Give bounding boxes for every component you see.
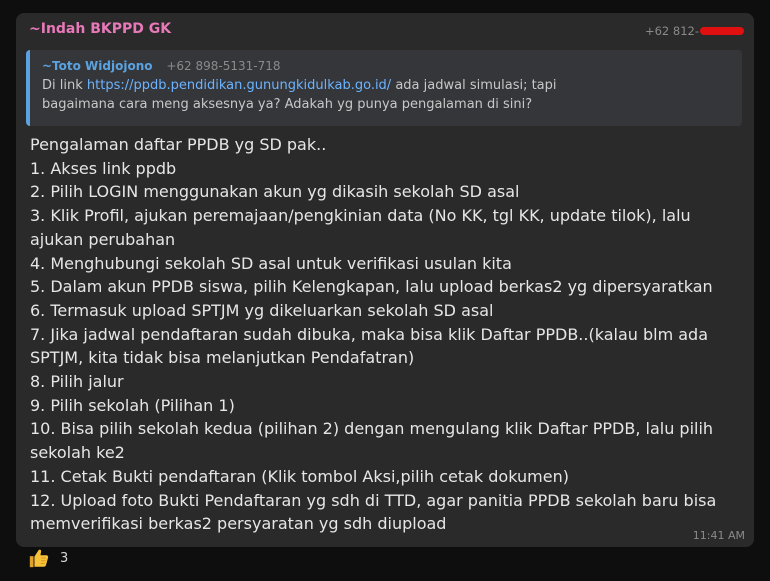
reply-text-prefix: Di link	[42, 78, 87, 93]
message-line: 5. Dalam akun PPDB siswa, pilih Kelengka…	[30, 277, 713, 297]
message-line: 11. Cetak Bukti pendaftaran (Klik tombol…	[30, 466, 569, 486]
reply-author[interactable]: ~Toto Widjojono	[42, 59, 153, 73]
message-body: Pengalaman daftar PPDB yg SD pak.. 1. Ak…	[30, 133, 740, 536]
message-line: 10. Bisa pilih sekolah kedua (pilihan 2)…	[30, 419, 714, 463]
message-line: 1. Akses link ppdb	[30, 158, 177, 178]
reply-author-phone: +62 898-5131-718	[166, 59, 281, 73]
message-line: 4. Menghubungi sekolah SD asal untuk ver…	[30, 253, 512, 273]
redaction-mark	[700, 26, 744, 35]
message-line: 3. Klik Profil, ajukan peremajaan/pengki…	[30, 206, 691, 249]
message-timestamp: 11:41 AM	[692, 529, 745, 542]
message-line: 6. Termasuk upload SPTJM yg dikeluarkan …	[30, 300, 494, 320]
message-line: 2. Pilih LOGIN menggunakan akun yg dikas…	[30, 182, 520, 202]
reaction-thumbs-up[interactable]: 3	[28, 543, 82, 573]
message-line: 8. Pilih jalur	[30, 372, 124, 392]
sender-phone-text: +62 812-	[644, 24, 699, 38]
reply-text: Di link https://ppdb.pendidikan.gunungki…	[42, 76, 732, 114]
reply-link[interactable]: https://ppdb.pendidikan.gunungkidulkab.g…	[87, 78, 391, 93]
reply-text-line2: bagaimana cara meng aksesnya ya? Adakah …	[42, 97, 533, 112]
message-line: 9. Pilih sekolah (Pilihan 1)	[30, 395, 235, 415]
sender-name[interactable]: ~Indah BKPPD GK	[29, 21, 171, 37]
reply-quote[interactable]: ~Toto Widjojono +62 898-5131-718 Di link…	[26, 50, 742, 126]
reaction-count: 3	[60, 550, 69, 566]
sender-phone: +62 812-	[645, 24, 744, 38]
message-bubble[interactable]: ~Indah BKPPD GK +62 812- ~Toto Widjojono…	[16, 13, 754, 547]
message-line: 12. Upload foto Bukti Pendaftaran yg sdh…	[30, 490, 717, 534]
message-line: 7. Jika jadwal pendaftaran sudah dibuka,…	[30, 324, 709, 368]
thumbs-up-icon	[29, 549, 49, 568]
reply-text-suffix: ada jadwal simulasi; tapi	[391, 78, 557, 93]
message-line: Pengalaman daftar PPDB yg SD pak..	[30, 135, 327, 154]
